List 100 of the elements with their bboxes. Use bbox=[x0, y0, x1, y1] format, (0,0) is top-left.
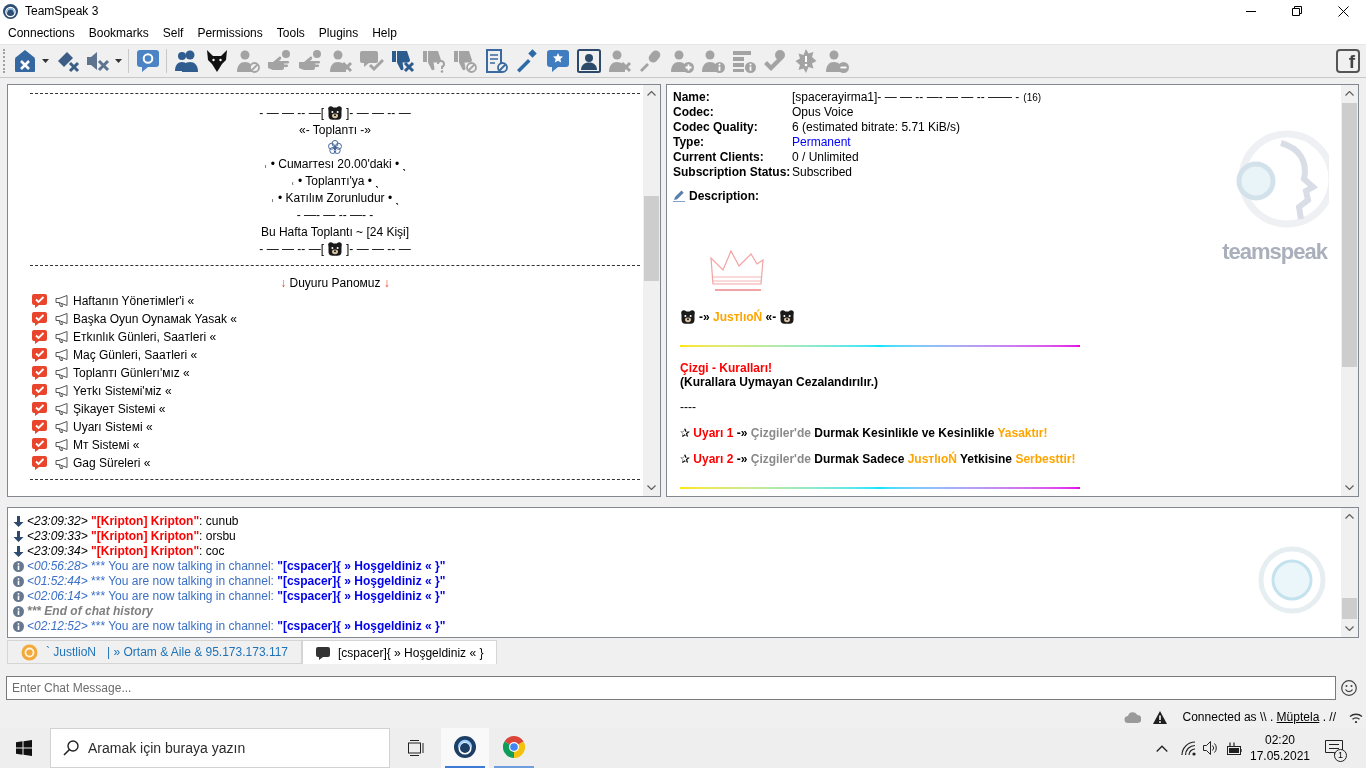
scroll-up-icon[interactable] bbox=[1345, 514, 1354, 519]
ring-logo-icon bbox=[1258, 546, 1326, 614]
restore-icon[interactable] bbox=[1292, 6, 1302, 16]
description-line: ˓ • Kaтılıм Zorunludur • ˎ bbox=[270, 189, 400, 207]
signature-text: -» JusтlıoŃ «- bbox=[699, 308, 777, 326]
search-icon bbox=[63, 740, 79, 756]
board-item: Mт Sisteмi « bbox=[73, 437, 140, 454]
megaphone-icon bbox=[55, 403, 69, 415]
down-arrow-icon bbox=[13, 516, 24, 527]
notification-count: 1 bbox=[1334, 749, 1347, 762]
bear-icon bbox=[681, 309, 695, 324]
scroll-down-icon[interactable] bbox=[1345, 485, 1354, 490]
speaker-icon bbox=[1203, 741, 1217, 755]
crown-icon bbox=[707, 248, 767, 293]
megaphone-icon bbox=[55, 313, 69, 325]
check-bubble-icon bbox=[32, 366, 47, 380]
scroll-down-icon[interactable] bbox=[647, 485, 656, 490]
description-line: ˓ • Toplanтı'ya • ˎ bbox=[290, 172, 380, 190]
social-button[interactable]: f bbox=[1336, 49, 1360, 73]
property-label: Codec Quality: bbox=[673, 120, 759, 135]
check-bubble-icon bbox=[32, 384, 47, 398]
chat-bubble-icon bbox=[316, 645, 331, 660]
scroll-down-icon[interactable] bbox=[1345, 626, 1354, 631]
property-label: Name: bbox=[673, 90, 711, 105]
board-item: Haftanın Yöneтiмler'i « bbox=[73, 293, 195, 310]
chat-info-line: <00:56:28> *** You are now talking in channel: "[cspacer]{ » Hoşgeldiniz « }" bbox=[27, 559, 446, 574]
caret-icon[interactable] bbox=[115, 59, 122, 63]
menu-item[interactable]: Permissions bbox=[190, 23, 270, 43]
down-arrow-icon bbox=[13, 531, 24, 542]
toolbar-grip[interactable] bbox=[3, 49, 6, 73]
check-bubble-icon bbox=[32, 348, 47, 362]
property-value: 0 / Unlimited bbox=[792, 150, 859, 165]
check-bubble-icon bbox=[32, 420, 47, 434]
menu-item[interactable]: Tools bbox=[269, 23, 312, 43]
ornament-text: - — — -- —[ bbox=[259, 240, 324, 258]
board-item: Yeтkı Sisteмi'мiz « bbox=[73, 383, 172, 400]
rule-text: ✰ Uyarı 2 -» Çizgiler'de Durmak Sadece JusтlıoŃ Yetkisine Serbesttir! bbox=[680, 452, 1076, 466]
board-item: Toplanтı Günlerı'мız « bbox=[73, 365, 190, 382]
info-icon bbox=[13, 606, 24, 617]
menu-item[interactable]: Help bbox=[365, 23, 404, 43]
scrollbar-thumb[interactable] bbox=[1342, 598, 1357, 619]
scroll-up-icon[interactable] bbox=[1345, 91, 1354, 96]
info-icon bbox=[13, 591, 24, 602]
scrollbar-thumb[interactable] bbox=[644, 196, 659, 281]
megaphone-icon bbox=[55, 331, 69, 343]
property-label: Codec: bbox=[673, 105, 715, 120]
windows-logo-icon bbox=[16, 740, 32, 756]
voice-app-button[interactable] bbox=[441, 728, 489, 768]
bear-icon bbox=[328, 105, 342, 120]
notification-button[interactable]: 1 bbox=[1320, 728, 1348, 768]
megaphone-icon bbox=[55, 295, 69, 307]
wifi-icon bbox=[1180, 740, 1196, 756]
scroll-up-icon[interactable] bbox=[647, 91, 656, 96]
property-label: Subscription Status: bbox=[673, 165, 792, 180]
chat-input[interactable]: Enter Chat Message... bbox=[6, 676, 1336, 700]
ring-icon bbox=[21, 643, 38, 661]
logo-text: teamspeak bbox=[1222, 238, 1327, 266]
circle-logo-icon bbox=[454, 736, 476, 758]
smiley-icon[interactable] bbox=[1341, 680, 1357, 696]
check-bubble-icon bbox=[32, 456, 47, 470]
count-label: (16) bbox=[1023, 91, 1042, 105]
megaphone-icon bbox=[55, 385, 69, 397]
search-field[interactable]: Aramak için buraya yazın bbox=[50, 728, 390, 768]
property-label: Type: bbox=[673, 135, 706, 150]
window-title: TeamSpeak 3 bbox=[25, 3, 99, 20]
user-link[interactable]: Müptela bbox=[1276, 710, 1320, 724]
separator-text: ---- bbox=[680, 400, 696, 414]
channel-tab[interactable]: [cspacer]{ » Hoşgeldiniz « } bbox=[302, 640, 498, 664]
megaphone-icon bbox=[55, 349, 69, 361]
property-value: 6 (estimated bitrate: 5.71 KiB/s) bbox=[792, 120, 961, 135]
board-title: ↓ Duyuru Panoмuz ↓ bbox=[280, 274, 390, 292]
rules-note: (Kurallara Uymayan Cezalandırılır.) bbox=[680, 375, 879, 389]
caret-icon[interactable] bbox=[42, 59, 49, 63]
chat-info-line: <01:52:44> *** You are now talking in channel: "[cspacer]{ » Hoşgeldiniz « }" bbox=[27, 574, 446, 589]
down-arrow-icon bbox=[13, 546, 24, 557]
chat-message: <23:09:34> "[Kripton] Kripton": coc bbox=[27, 544, 225, 559]
chat-message: <23:09:32> "[Kripton] Kripton": cunub bbox=[27, 514, 239, 529]
menu-item[interactable]: Self bbox=[155, 23, 191, 43]
scrollbar[interactable] bbox=[643, 85, 660, 496]
close-icon[interactable] bbox=[1337, 5, 1349, 17]
warning-icon bbox=[1152, 710, 1167, 724]
menu-item[interactable]: Connections bbox=[1, 23, 82, 43]
ornament-text: - — — -- —[ bbox=[259, 104, 324, 122]
info-icon bbox=[13, 576, 24, 587]
megaphone-icon bbox=[55, 457, 69, 469]
check-bubble-icon bbox=[32, 294, 47, 308]
megaphone-icon bbox=[55, 421, 69, 433]
board-item: Gag Süreleri « bbox=[73, 455, 151, 472]
check-bubble-icon bbox=[32, 312, 47, 326]
menu-item[interactable]: Plugins bbox=[311, 23, 366, 43]
scrollbar-thumb[interactable] bbox=[1342, 103, 1357, 367]
menu-item[interactable]: Bookmarks bbox=[81, 23, 156, 43]
clock-time: 02:20 bbox=[1265, 732, 1295, 748]
scrollbar[interactable] bbox=[1341, 508, 1358, 637]
bear-icon bbox=[328, 241, 342, 256]
bear-icon bbox=[780, 309, 795, 324]
minimize-icon[interactable] bbox=[1246, 10, 1256, 12]
check-bubble-icon bbox=[32, 438, 47, 452]
server-tab[interactable]: ` JustlioN | » Ortam & Aile & 95.173.173.117 bbox=[7, 640, 303, 664]
scrollbar[interactable] bbox=[1341, 85, 1358, 496]
